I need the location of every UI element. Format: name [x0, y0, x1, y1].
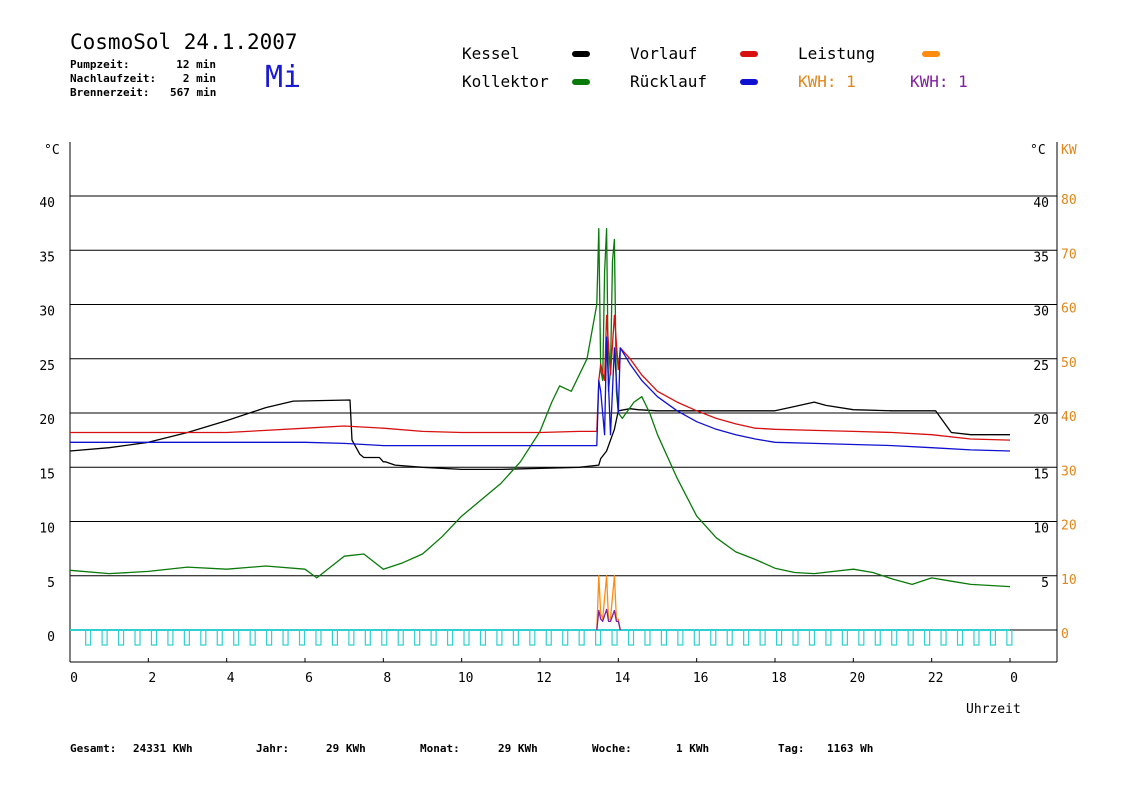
footer-monat-value: 29 KWh: [498, 742, 538, 755]
y2-tick-label: 40: [1061, 410, 1077, 425]
x-tick-label: 6: [305, 671, 313, 686]
y-right-tick-label: 5: [1041, 576, 1049, 591]
y2-tick-label: 10: [1061, 573, 1077, 588]
footer-monat-label: Monat:: [420, 742, 460, 755]
series-vorlauf-line: [70, 314, 1011, 441]
x-tick-label: 18: [771, 671, 787, 686]
y2-tick-label: 20: [1061, 519, 1077, 534]
y-right-tick-label: 30: [1033, 305, 1049, 320]
x-tick-label: 10: [458, 671, 474, 686]
y-right-tick-label: 10: [1033, 522, 1049, 537]
x-tick-label: 2: [148, 671, 156, 686]
y-tick-label: 15: [39, 467, 55, 482]
y2-tick-label: 70: [1061, 247, 1077, 262]
x-tick-label: 4: [227, 671, 235, 686]
x-tick-label: 0: [70, 671, 78, 686]
footer-jahr-label: Jahr:: [256, 742, 290, 755]
x-tick-label: 22: [928, 671, 944, 686]
x-tick-label: 8: [383, 671, 391, 686]
y-right-tick-label: 40: [1033, 196, 1049, 211]
x-tick-label: 16: [693, 671, 709, 686]
x-tick-label: 12: [536, 671, 552, 686]
y2-tick-label: 30: [1061, 464, 1077, 479]
footer-gesamt-label: Gesamt:: [70, 742, 117, 755]
y2-tick-label: 0: [1061, 627, 1069, 642]
y-tick-label: 20: [39, 413, 55, 428]
footer-tag-label: Tag:: [778, 742, 805, 755]
y2-tick-label: 60: [1061, 302, 1077, 317]
footer-tag-value: 1163 Wh: [827, 742, 874, 755]
pump-cycle-marks: [85, 630, 1013, 646]
y2-tick-label: 50: [1061, 356, 1077, 371]
y-tick-label: 25: [39, 359, 55, 374]
series-kessel-line: [69, 399, 1010, 471]
y-right-tick-label: 20: [1033, 413, 1049, 428]
x-tick-label: 14: [615, 671, 631, 686]
y-right-tick-label: 15: [1033, 467, 1049, 482]
footer-gesamt-value: 24331 KWh: [133, 742, 193, 755]
y-right-tick-label: 35: [1033, 250, 1049, 265]
series-kollektor-line: [69, 227, 1011, 588]
y-tick-label: 40: [39, 196, 55, 211]
y-tick-label: 0: [47, 630, 55, 645]
footer-woche-value: 1 KWh: [676, 742, 710, 755]
y-right-tick-label: 25: [1033, 359, 1049, 374]
y-tick-label: 30: [39, 305, 55, 320]
y2-tick-label: 80: [1061, 193, 1077, 208]
temperature-chart: 0510152025303540510152025303540010203040…: [39, 142, 1077, 686]
y-tick-label: 35: [39, 250, 55, 265]
y-tick-label: 5: [47, 576, 55, 591]
x-tick-label: 0: [1010, 671, 1018, 686]
footer-woche-label: Woche:: [592, 742, 632, 755]
y-tick-label: 10: [39, 522, 55, 537]
x-tick-label: 20: [850, 671, 866, 686]
footer-jahr-value: 29 KWh: [326, 742, 366, 755]
series-ruecklauf-line: [70, 336, 1011, 452]
